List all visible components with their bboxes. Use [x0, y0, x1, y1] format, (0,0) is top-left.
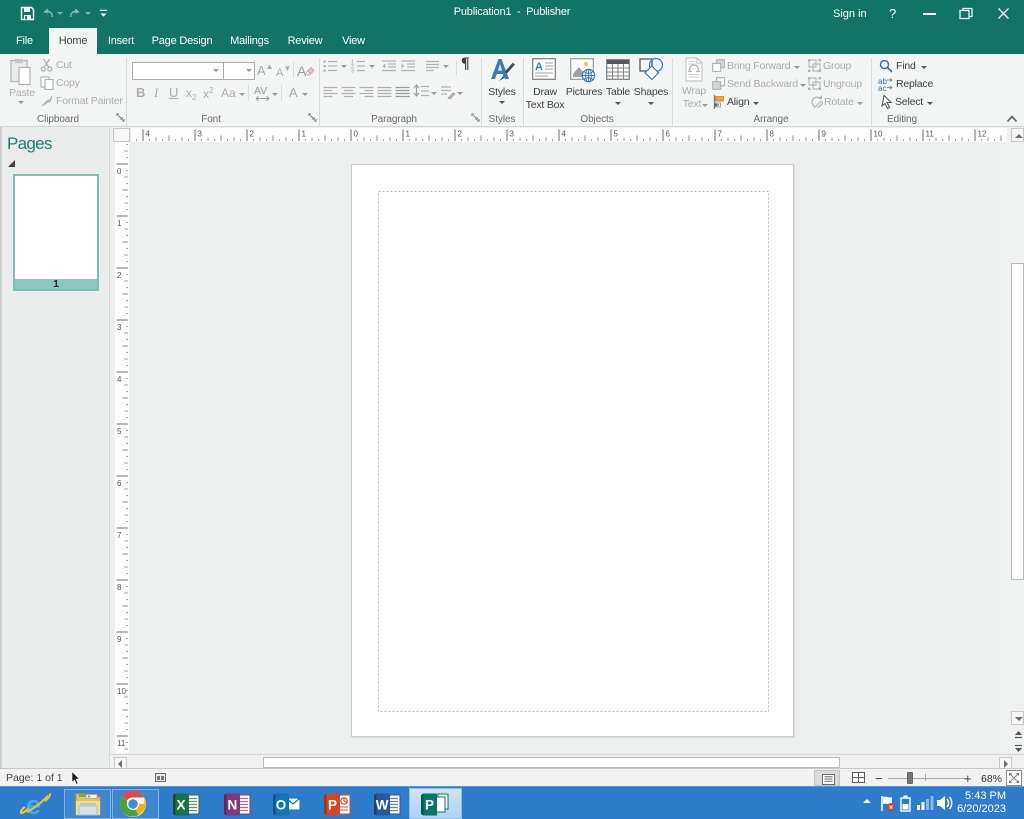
- svg-text:3: 3: [117, 323, 122, 332]
- svg-text:11: 11: [926, 130, 935, 139]
- svg-text:1: 1: [302, 130, 307, 139]
- svg-text:0: 0: [117, 167, 122, 176]
- svg-text:P: P: [425, 798, 434, 813]
- svg-text:8: 8: [770, 130, 775, 139]
- svg-text:P: P: [328, 798, 337, 813]
- svg-text:O: O: [276, 798, 287, 813]
- svg-text:8: 8: [117, 583, 122, 592]
- svg-text:12: 12: [978, 130, 987, 139]
- svg-text:9: 9: [822, 130, 827, 139]
- svg-text:10: 10: [117, 687, 126, 696]
- svg-text:5: 5: [614, 130, 619, 139]
- svg-text:6: 6: [666, 130, 671, 139]
- svg-text:X: X: [177, 798, 186, 813]
- svg-text:9: 9: [117, 635, 122, 644]
- svg-text:3: 3: [198, 130, 203, 139]
- svg-text:A: A: [297, 63, 307, 78]
- svg-text:AV: AV: [254, 85, 267, 97]
- svg-text:7: 7: [117, 531, 122, 540]
- svg-text:11: 11: [117, 739, 126, 748]
- svg-text:6: 6: [117, 479, 122, 488]
- svg-text:2: 2: [458, 130, 463, 139]
- svg-text:A: A: [535, 61, 543, 73]
- svg-text:N: N: [228, 798, 238, 813]
- svg-text:3: 3: [510, 130, 515, 139]
- svg-text:2: 2: [117, 271, 122, 280]
- svg-text:4: 4: [562, 130, 567, 139]
- svg-text:W: W: [376, 798, 389, 813]
- svg-text:3: 3: [351, 69, 354, 74]
- svg-text:4: 4: [117, 375, 122, 384]
- svg-text:1: 1: [117, 219, 122, 228]
- svg-text:4: 4: [146, 130, 151, 139]
- svg-text:2: 2: [250, 130, 255, 139]
- svg-text:ac: ac: [878, 84, 886, 91]
- svg-text:1: 1: [406, 130, 411, 139]
- svg-text:10: 10: [874, 130, 883, 139]
- svg-text:7: 7: [718, 130, 723, 139]
- svg-text:0: 0: [354, 130, 359, 139]
- svg-text:5: 5: [117, 427, 122, 436]
